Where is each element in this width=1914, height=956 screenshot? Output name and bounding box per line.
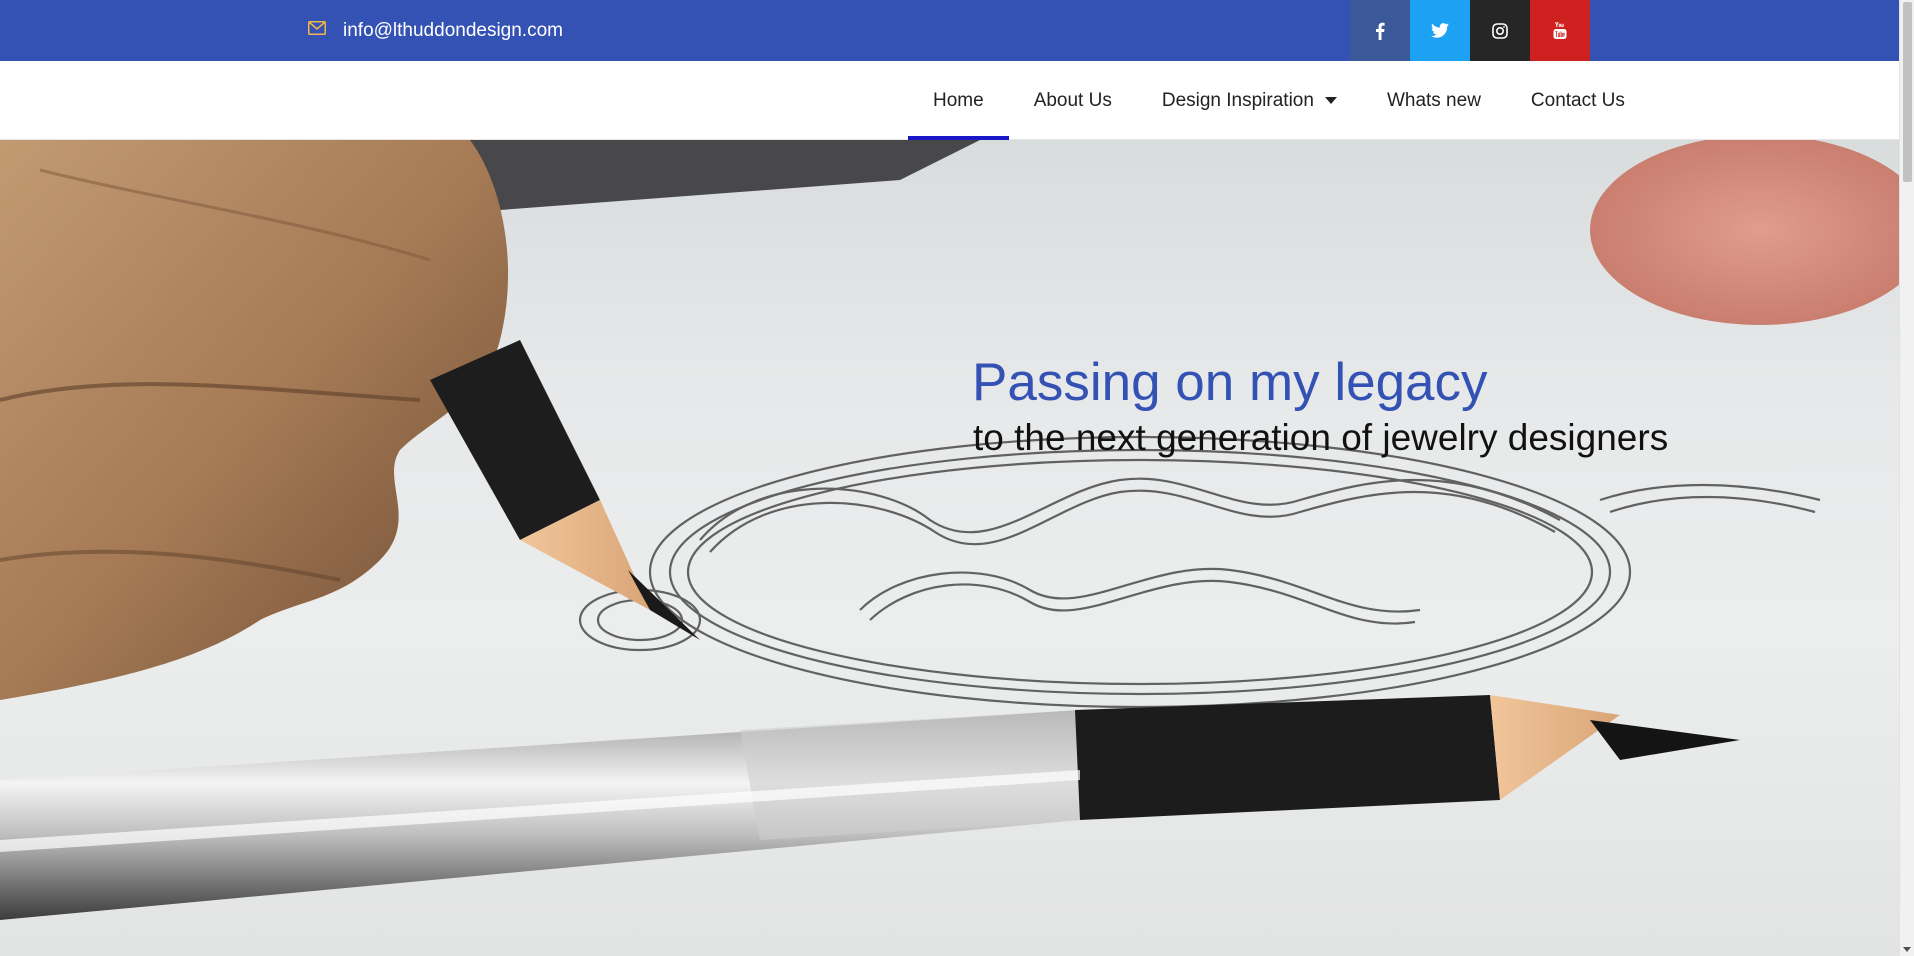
nav-item-contact-us[interactable]: Contact Us: [1506, 61, 1650, 140]
nav-item-design-inspiration[interactable]: Design Inspiration: [1137, 61, 1362, 140]
nav-item-label: Contact Us: [1530, 89, 1625, 111]
nav-item-label: Whats new: [1386, 89, 1481, 111]
top-contact-bar: info@lthuddondesign.com: [0, 0, 1899, 61]
main-navbar: Home About Us Design Inspiration Whats n…: [0, 61, 1899, 140]
nav-item-label: Home: [933, 89, 984, 111]
instagram-icon: [1492, 22, 1508, 39]
envelope-icon: [308, 20, 326, 35]
youtube-link[interactable]: [1530, 0, 1590, 61]
hero-banner: Passing on my legacy to the next generat…: [0, 140, 1899, 956]
page: info@lthuddondesign.com Home About Us De…: [0, 0, 1914, 956]
facebook-link[interactable]: [1350, 0, 1410, 61]
email-text: info@lthuddondesign.com: [343, 19, 563, 41]
nav-item-label: Design Inspiration: [1161, 89, 1314, 111]
nav-item-label: About Us: [1033, 89, 1112, 111]
facebook-icon: [1376, 22, 1385, 40]
main-nav: Home About Us Design Inspiration Whats n…: [908, 61, 1650, 140]
email-link[interactable]: info@lthuddondesign.com: [308, 0, 563, 61]
nav-item-about-us[interactable]: About Us: [1009, 61, 1137, 140]
nav-item-whats-new[interactable]: Whats new: [1362, 61, 1506, 140]
twitter-icon: [1431, 23, 1449, 38]
youtube-icon: [1553, 21, 1567, 39]
twitter-link[interactable]: [1410, 0, 1470, 61]
page-scrollbar[interactable]: [1899, 0, 1914, 956]
scroll-down-arrow-icon[interactable]: [1903, 947, 1911, 952]
hero-title: Passing on my legacy: [972, 353, 1488, 412]
nav-item-home[interactable]: Home: [908, 61, 1009, 140]
hero-subtitle: to the next generation of jewelry design…: [973, 417, 1669, 458]
social-links: [1350, 0, 1590, 61]
caret-down-icon: [1324, 97, 1337, 104]
hero-image: [0, 140, 1899, 920]
instagram-link[interactable]: [1470, 0, 1530, 61]
scrollbar-thumb[interactable]: [1903, 2, 1912, 182]
